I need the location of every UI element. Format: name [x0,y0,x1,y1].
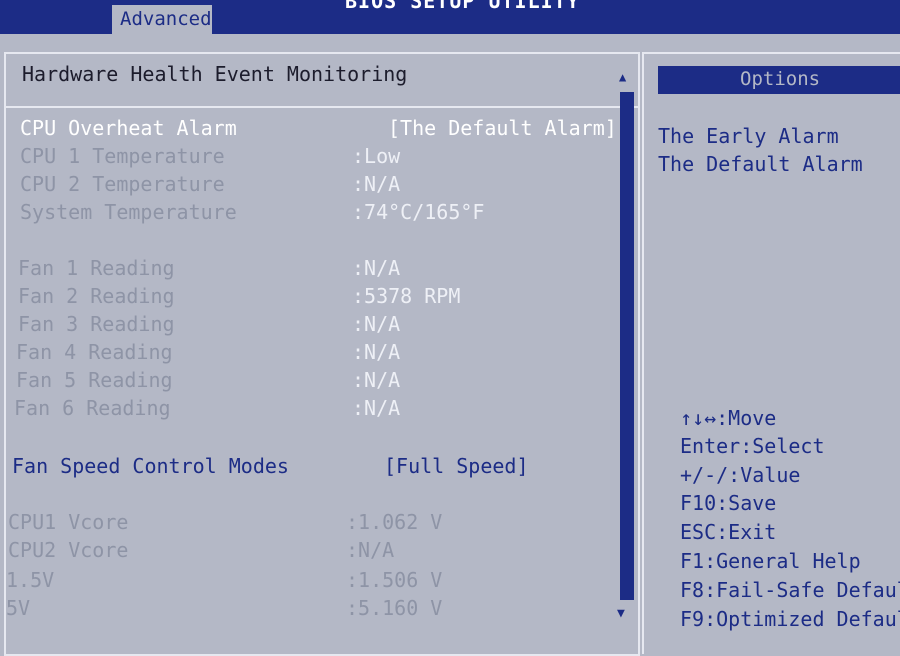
help-select: Enter:Select [680,434,825,458]
cpu-overheat-alarm-label: CPU Overheat Alarm [20,116,237,140]
fan3-value: :N/A [352,312,401,336]
help-exit: ESC:Exit [680,520,777,544]
section-divider [6,106,638,108]
title-bar: BIOS SETUP UTILITY Advanced [0,0,900,34]
option-default-alarm[interactable]: The Default Alarm [658,152,863,176]
tab-advanced[interactable]: Advanced [112,5,212,34]
scroll-down-arrow-icon[interactable]: ▼ [617,606,625,621]
system-temp-label: System Temperature [20,200,237,224]
options-header-label: Options [740,68,821,90]
cpu1-temp-label: CPU 1 Temperature [20,144,225,168]
section-title: Hardware Health Event Monitoring [22,62,408,86]
fan2-label: Fan 2 Reading [18,284,175,308]
help-optimized: F9:Optimized Defaults [680,607,900,631]
v5-value: :5.160 V [346,596,443,620]
cpu1-temp-value: :Low [352,144,401,168]
help-move: ↑↓↔:Move [680,406,777,430]
v15-value: :1.506 V [346,568,443,592]
help-fail-safe: F8:Fail-Safe Defaults [680,578,900,602]
fan-speed-control-value[interactable]: [Full Speed] [384,454,529,478]
system-temp-value: :74°C/165°F [352,200,485,224]
fan3-label: Fan 3 Reading [18,312,175,336]
cpu2-temp-value: :N/A [352,172,401,196]
fan1-value: :N/A [352,256,401,280]
help-save: F10:Save [680,491,777,515]
fan5-label: Fan 5 Reading [16,368,173,392]
fan5-value: :N/A [352,368,401,392]
v15-label: 1.5V [6,568,55,592]
scrollbar[interactable] [620,92,634,600]
fan6-value: :N/A [352,396,401,420]
fan-speed-control-label: Fan Speed Control Modes [12,454,289,478]
v5-label: 5V [6,596,31,620]
cpu-overheat-alarm-value[interactable]: [The Default Alarm] [388,116,617,140]
cpu1-vcore-value: :1.062 V [346,510,443,534]
fan4-value: :N/A [352,340,401,364]
tab-advanced-label: Advanced [120,8,212,30]
cpu1-vcore-label: CPU1 Vcore [8,510,129,534]
fan4-label: Fan 4 Reading [16,340,173,364]
fan2-value: :5378 RPM [352,284,461,308]
fan6-label: Fan 6 Reading [14,396,171,420]
help-general: F1:General Help [680,549,861,573]
cpu2-temp-label: CPU 2 Temperature [20,172,225,196]
options-header: Options [658,66,900,94]
scroll-up-arrow-icon[interactable]: ▲ [619,70,626,84]
option-early-alarm[interactable]: The Early Alarm [658,124,839,148]
bios-title: BIOS SETUP UTILITY [345,0,580,13]
fan1-label: Fan 1 Reading [18,256,175,280]
cpu2-vcore-value: :N/A [346,538,395,562]
cpu2-vcore-label: CPU2 Vcore [8,538,129,562]
help-value: +/-/:Value [680,463,801,487]
